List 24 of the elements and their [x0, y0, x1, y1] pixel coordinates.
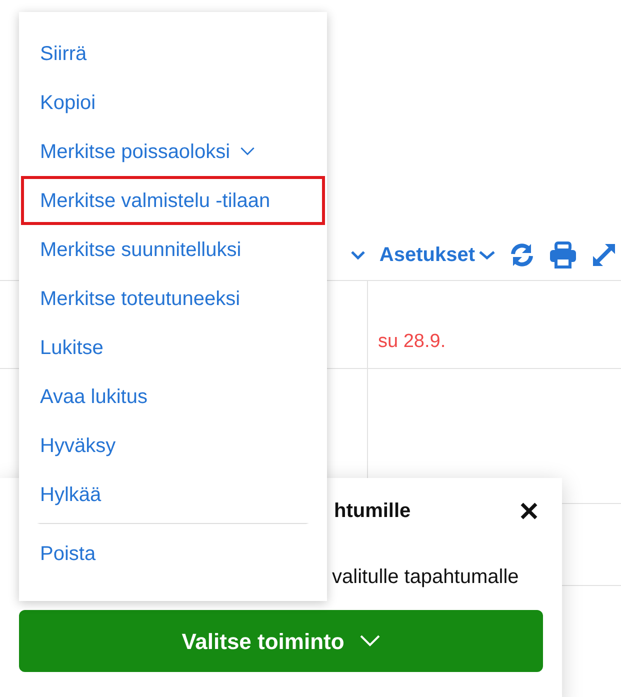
- menu-item[interactable]: Kopioi: [21, 78, 325, 127]
- menu-item[interactable]: Merkitse suunnitelluksi: [21, 225, 325, 274]
- menu-item[interactable]: Lukitse: [21, 323, 325, 372]
- menu-item[interactable]: Merkitse toteutuneeksi: [21, 274, 325, 323]
- chevron-icon: [479, 250, 495, 260]
- menu-item[interactable]: Merkitse valmistelu -tilaan: [21, 176, 325, 225]
- menu-item[interactable]: Siirrä: [21, 29, 325, 78]
- action-button[interactable]: Valitse toiminto: [19, 610, 543, 672]
- print-icon[interactable]: [549, 241, 577, 269]
- expand-icon[interactable]: [591, 242, 617, 268]
- menu-item[interactable]: Poista: [37, 523, 309, 587]
- panel-text: valitulle tapahtumalle: [332, 565, 519, 590]
- close-icon[interactable]: [520, 502, 538, 520]
- chevron-icon: [240, 147, 256, 156]
- menu-item[interactable]: Hylkää: [21, 470, 325, 519]
- refresh-icon[interactable]: [509, 242, 535, 268]
- date-label: su 28.9.: [378, 330, 446, 354]
- chevron-icon[interactable]: [351, 250, 366, 260]
- menu-item[interactable]: Hyväksy: [21, 421, 325, 470]
- menu-item[interactable]: Avaa lukitus: [21, 372, 325, 421]
- settings-button[interactable]: Asetukset: [379, 240, 495, 270]
- panel-title: htumille: [334, 499, 411, 524]
- menu-item[interactable]: Merkitse poissaoloksi: [21, 127, 325, 176]
- chevron-icon: [360, 635, 380, 647]
